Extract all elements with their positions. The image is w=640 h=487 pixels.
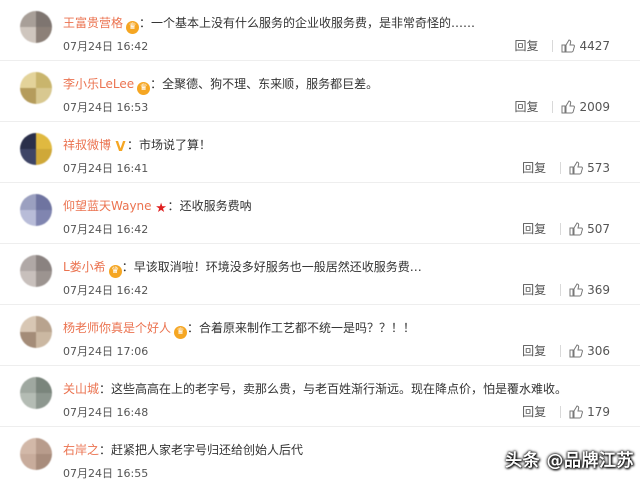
comment-time: 07月24日 16:42: [63, 223, 149, 236]
username-link[interactable]: 右岸之: [63, 443, 99, 457]
username-link[interactable]: 关山城: [63, 382, 99, 396]
avatar[interactable]: [20, 377, 52, 409]
reply-button[interactable]: 回复: [522, 220, 546, 237]
comment-actions: 回复 306: [522, 342, 610, 359]
crown-badge-icon: ♛: [137, 82, 151, 95]
comment-time: 07月24日 16:48: [63, 406, 149, 419]
avatar[interactable]: [20, 316, 52, 348]
colon-separator: ：: [187, 321, 200, 335]
colon-separator: ：: [121, 260, 134, 274]
thumbs-up-icon[interactable]: [569, 221, 584, 236]
username-link[interactable]: 祥叔微博: [63, 138, 111, 152]
like-count[interactable]: 4427: [579, 39, 610, 53]
username-link[interactable]: 王富贵营格: [63, 16, 123, 30]
comment-text: 全聚德、狗不理、东来顺，服务都巨差。: [162, 77, 379, 91]
thumbs-up-icon[interactable]: [569, 343, 584, 358]
crown-badge-icon: ♛: [126, 21, 140, 34]
star-badge-icon: ★: [155, 201, 167, 215]
thumbs-up-icon[interactable]: [569, 282, 584, 297]
comment-actions: 回复 179: [522, 403, 610, 420]
like-count[interactable]: 573: [587, 161, 610, 175]
comment-item: L娄小希 ♛ ：早该取消啦！环境没多好服务也一般居然还收服务费… 07月24日 16:…: [0, 244, 640, 305]
comment-item: 仰望蓝天Wayne ★：还收服务费呐 07月24日 16:42 回复 507: [0, 183, 640, 244]
colon-separator: ：: [99, 382, 112, 396]
comment-time: 07月24日 16:42: [63, 40, 149, 53]
watermark: 头条 @品牌江苏: [505, 451, 634, 471]
comment-text: 这些高高在上的老字号，卖那么贵，与老百姓渐行渐远。现在降点价，怕是覆水难收。: [111, 382, 568, 396]
colon-separator: ：: [150, 77, 163, 91]
comment-item: 祥叔微博 V：市场说了算！ 07月24日 16:41 回复 573: [0, 122, 640, 183]
comment-time: 07月24日 16:55: [63, 467, 149, 480]
reply-button[interactable]: 回复: [522, 281, 546, 298]
colon-separator: ：: [127, 138, 140, 152]
thumbs-up-icon[interactable]: [569, 404, 584, 419]
reply-button[interactable]: 回复: [514, 98, 538, 115]
action-divider: [560, 344, 562, 357]
comment-text: 赶紧把人家老字号归还给创始人后代: [111, 443, 304, 457]
comment-actions: 回复 369: [522, 281, 610, 298]
avatar[interactable]: [20, 72, 52, 104]
reply-button[interactable]: 回复: [522, 342, 546, 359]
avatar[interactable]: [20, 438, 52, 470]
action-divider: [552, 39, 554, 52]
action-divider: [552, 100, 554, 113]
action-divider: [560, 283, 562, 296]
comment-actions: 回复 4427: [514, 37, 610, 54]
verified-v-icon: V: [115, 140, 126, 154]
comment-text: 市场说了算！: [139, 138, 212, 152]
thumbs-up-icon[interactable]: [569, 160, 584, 175]
username-link[interactable]: 杨老师你真是个好人: [63, 321, 171, 335]
comment-actions: 回复 507: [522, 220, 610, 237]
comment-time: 07月24日 16:42: [63, 284, 149, 297]
comment-actions: 回复 2009: [514, 98, 610, 115]
comment-item: 王富贵营格 ♛ ：一个基本上没有什么服务的企业收服务费，是非常奇怪的…… 07月24日…: [0, 0, 640, 61]
comment-list: 王富贵营格 ♛ ：一个基本上没有什么服务的企业收服务费，是非常奇怪的…… 07月24日…: [0, 0, 640, 487]
crown-badge-icon: ♛: [108, 265, 122, 278]
comment-actions: 回复 573: [522, 159, 610, 176]
action-divider: [560, 405, 562, 418]
reply-button[interactable]: 回复: [522, 403, 546, 420]
comment-text: 还收服务费呐: [179, 199, 252, 213]
like-count[interactable]: 179: [587, 405, 610, 419]
username-link[interactable]: 仰望蓝天Wayne: [63, 199, 152, 213]
like-count[interactable]: 306: [587, 344, 610, 358]
thumbs-up-icon[interactable]: [561, 99, 576, 114]
colon-separator: ：: [167, 199, 180, 213]
comment-time: 07月24日 16:53: [63, 101, 149, 114]
action-divider: [560, 161, 562, 174]
avatar[interactable]: [20, 11, 52, 43]
comment-time: 07月24日 17:06: [63, 345, 149, 358]
colon-separator: ：: [139, 16, 152, 30]
username-link[interactable]: L娄小希: [63, 260, 106, 274]
crown-badge-icon: ♛: [174, 326, 188, 339]
comment-item: 杨老师你真是个好人 ♛ ：合着原来制作工艺都不统一是吗？？！！ 07月24日 17:0…: [0, 305, 640, 366]
comment-item: 关山城：这些高高在上的老字号，卖那么贵，与老百姓渐行渐远。现在降点价，怕是覆水难…: [0, 366, 640, 427]
comment-item: 李小乐LeLee ♛ ：全聚德、狗不理、东来顺，服务都巨差。 07月24日 16:53…: [0, 61, 640, 122]
thumbs-up-icon[interactable]: [561, 38, 576, 53]
like-count[interactable]: 2009: [579, 100, 610, 114]
colon-separator: ：: [99, 443, 112, 457]
like-count[interactable]: 507: [587, 222, 610, 236]
username-link[interactable]: 李小乐LeLee: [63, 77, 134, 91]
action-divider: [560, 222, 562, 235]
comment-text: 早该取消啦！环境没多好服务也一般居然还收服务费…: [133, 260, 422, 274]
reply-button[interactable]: 回复: [514, 37, 538, 54]
reply-button[interactable]: 回复: [522, 159, 546, 176]
like-count[interactable]: 369: [587, 283, 610, 297]
avatar[interactable]: [20, 255, 52, 287]
comment-text: 一个基本上没有什么服务的企业收服务费，是非常奇怪的……: [151, 16, 476, 30]
comment-text: 合着原来制作工艺都不统一是吗？？！！: [199, 321, 416, 335]
avatar[interactable]: [20, 133, 52, 165]
avatar[interactable]: [20, 194, 52, 226]
comment-time: 07月24日 16:41: [63, 162, 149, 175]
